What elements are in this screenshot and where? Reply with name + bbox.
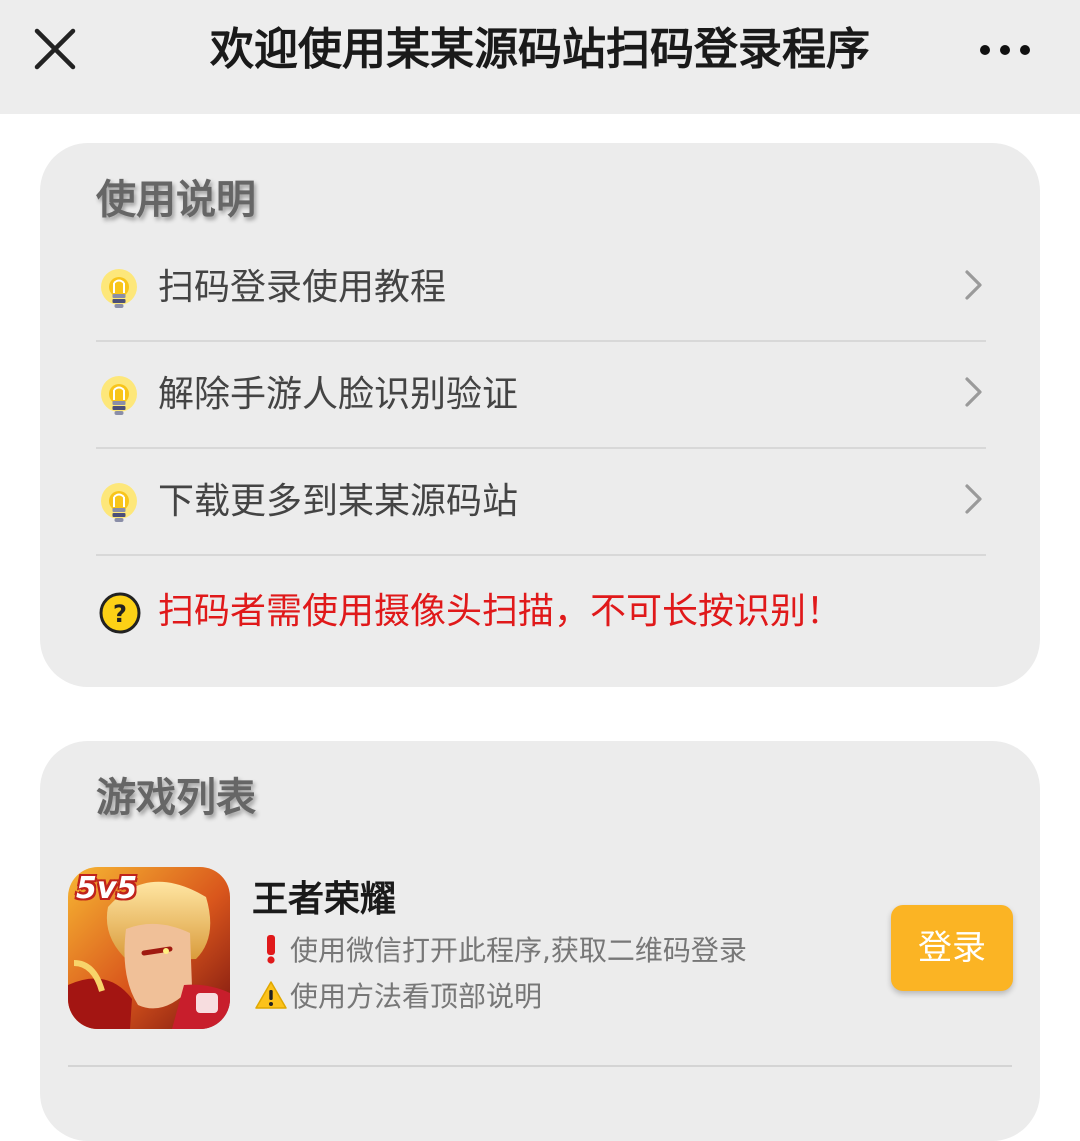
game-list-title: 游戏列表 <box>96 775 256 821</box>
guide-item-label: 下载更多到某某源码站 <box>158 481 519 522</box>
more-dots-icon[interactable] <box>978 30 1034 70</box>
guide-item-download[interactable]: 下载更多到某某源码站 <box>96 449 986 556</box>
guide-item-label: 扫码登录使用教程 <box>158 267 447 308</box>
game-hint-see-top: 使用方法看顶部说明 <box>254 979 542 1015</box>
more-button[interactable] <box>978 30 1034 70</box>
chevron-right-icon <box>965 377 982 407</box>
question-circle-icon: ? <box>99 592 141 634</box>
login-button[interactable]: 登录 <box>891 905 1013 991</box>
warning-triangle-icon <box>255 981 287 1009</box>
guide-item-tutorial[interactable]: 扫码登录使用教程 <box>96 235 986 342</box>
scan-warning-text: 扫码者需使用摄像头扫描，不可长按识别！ <box>158 591 843 632</box>
svg-text:?: ? <box>113 600 127 628</box>
game-icon-honor-of-kings: 5v5 <box>68 867 230 1029</box>
game-name: 王者荣耀 <box>252 879 397 920</box>
chevron-right-icon <box>965 484 982 514</box>
game-list-card: 游戏列表 5v5 王者荣耀 使用微信打开此程序,获取二维码登录 使用方法看顶部说… <box>40 741 1040 1141</box>
game-hint-text: 使用微信打开此程序,获取二维码登录 <box>290 934 747 967</box>
lightbulb-icon <box>101 483 137 522</box>
guide-item-label: 解除手游人脸识别验证 <box>158 374 519 415</box>
exclamation-icon <box>267 935 275 964</box>
lightbulb-icon <box>101 376 137 415</box>
game-hint-text: 使用方法看顶部说明 <box>290 980 543 1013</box>
divider <box>96 554 986 556</box>
game-badge-5v5: 5v5 <box>76 871 138 906</box>
game-hint-open-wechat: 使用微信打开此程序,获取二维码登录 <box>254 933 747 969</box>
usage-guide-title: 使用说明 <box>96 177 256 223</box>
chevron-right-icon <box>965 270 982 300</box>
page-title: 欢迎使用某某源码站扫码登录程序 <box>210 24 870 75</box>
lightbulb-icon <box>101 269 137 308</box>
scan-warning: ? 扫码者需使用摄像头扫描，不可长按识别！ <box>96 583 986 643</box>
guide-item-face-verify[interactable]: 解除手游人脸识别验证 <box>96 342 986 449</box>
title-bar: 欢迎使用某某源码站扫码登录程序 <box>0 0 1080 114</box>
usage-guide-card: 使用说明 扫码登录使用教程 解除手游人脸识别验证 下载更多到某某源码站 ? 扫码… <box>40 143 1040 687</box>
close-icon[interactable] <box>30 24 80 74</box>
close-button[interactable] <box>30 24 80 74</box>
divider <box>68 1065 1012 1067</box>
